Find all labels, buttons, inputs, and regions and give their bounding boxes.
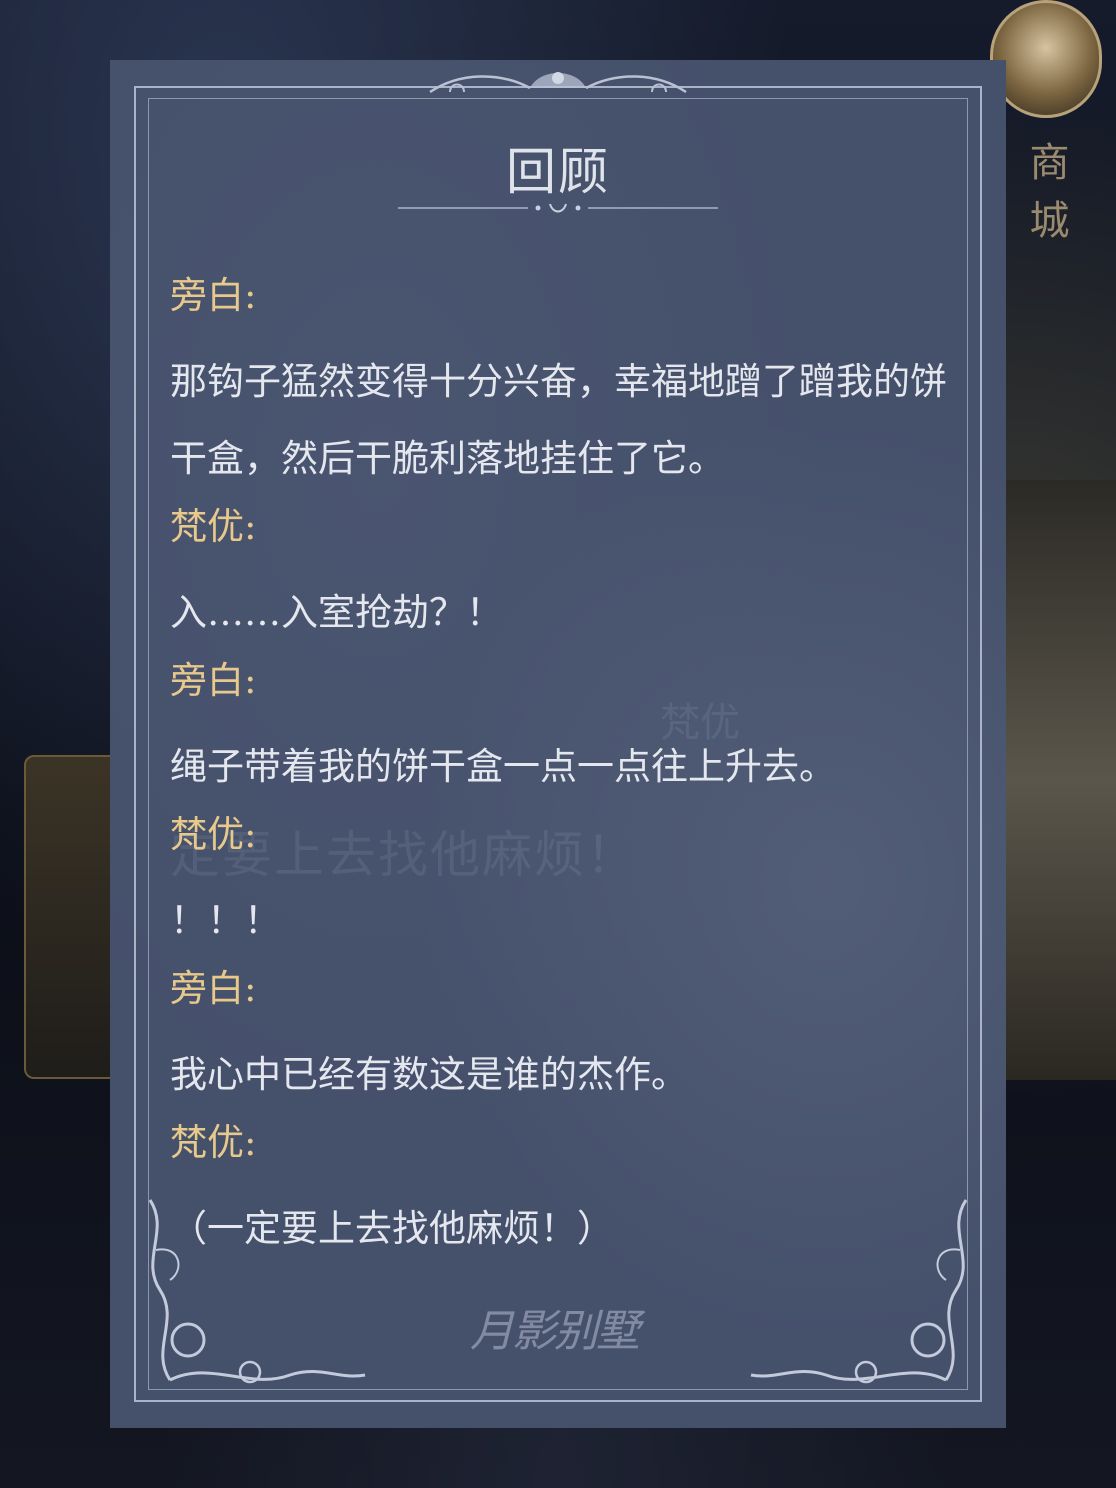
entry-text: ！！！ (170, 899, 281, 942)
entry-text: 绳子带着我的饼干盒一点一点往上升去。 (170, 745, 836, 788)
entry-text: （一定要上去找他麻烦！） (170, 1207, 614, 1250)
entry-speaker: 梵优: (170, 1121, 257, 1164)
log-entry: 旁白: 那钩子猛然变得十分兴奋，幸福地蹭了蹭我的饼干盒，然后干脆利落地挂住了它。 (170, 266, 960, 497)
game-logo: 月影别墅 (470, 1306, 640, 1357)
review-title: 回顾 (506, 143, 610, 201)
shop-avatar-icon[interactable] (990, 0, 1102, 118)
entry-text: 我心中已经有数这是谁的杰作。 (170, 1053, 688, 1096)
entry-speaker: 梵优: (170, 505, 257, 548)
title-divider-icon (398, 203, 718, 213)
log-entry: 梵优: （一定要上去找他麻烦！） (170, 1113, 960, 1267)
background-character-portrait (1000, 480, 1116, 1080)
entry-speaker: 梵优: (170, 813, 257, 856)
top-ornament-icon (429, 72, 687, 94)
entry-speaker: 旁白: (170, 274, 257, 317)
entry-speaker: 旁白: (170, 659, 257, 702)
shop-label[interactable]: 商城 (1010, 130, 1090, 246)
log-entry: 旁白: 绳子带着我的饼干盒一点一点往上升去。 (170, 651, 960, 805)
entry-text: 那钩子猛然变得十分兴奋，幸福地蹭了蹭我的饼干盒，然后干脆利落地挂住了它。 (170, 360, 947, 480)
log-entry: 旁白: 我心中已经有数这是谁的杰作。 (170, 959, 960, 1113)
entry-text: 入……入室抢劫？！ (170, 591, 503, 634)
log-entry: 梵优: ！！！ (170, 805, 960, 959)
log-entry: 梵优: 入……入室抢劫？！ (170, 497, 960, 651)
review-log[interactable]: 旁白: 那钩子猛然变得十分兴奋，幸福地蹭了蹭我的饼干盒，然后干脆利落地挂住了它。… (170, 266, 960, 1267)
entry-speaker: 旁白: (170, 967, 257, 1010)
